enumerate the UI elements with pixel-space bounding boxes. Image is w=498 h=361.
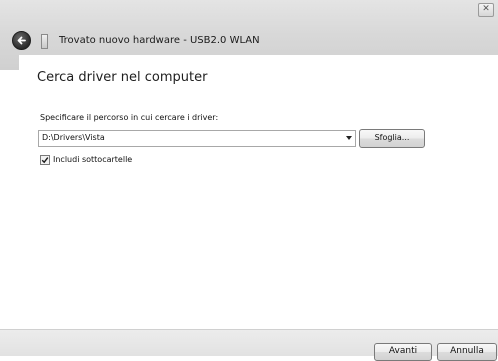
hardware-device-icon [41,34,48,49]
path-label: Specificare il percorso in cui cercare i… [40,113,219,122]
close-icon: ✕ [482,4,490,14]
checkbox-box[interactable] [40,155,50,165]
path-input-value[interactable]: D:\Drivers\Vista [42,133,105,142]
checkmark-icon [41,157,49,164]
wizard-window: ✕ Trovato nuovo hardware - USB2.0 WLAN C… [0,0,498,361]
path-combobox[interactable]: D:\Drivers\Vista [38,130,356,147]
include-subfolders-label: Includi sottocartelle [53,155,133,164]
next-button[interactable]: Avanti [374,343,432,361]
wizard-footer: Avanti Annulla [0,329,498,361]
cancel-button[interactable]: Annulla [437,343,497,361]
wizard-content: Cerca driver nel computer Specificare il… [19,55,498,329]
window-title: Trovato nuovo hardware - USB2.0 WLAN [59,35,260,46]
close-button[interactable]: ✕ [478,3,494,17]
chevron-down-icon[interactable] [346,136,352,140]
page-title: Cerca driver nel computer [37,70,208,85]
back-button[interactable] [12,31,31,50]
back-arrow-icon [17,36,26,45]
browse-button[interactable]: Sfoglia... [359,129,425,148]
